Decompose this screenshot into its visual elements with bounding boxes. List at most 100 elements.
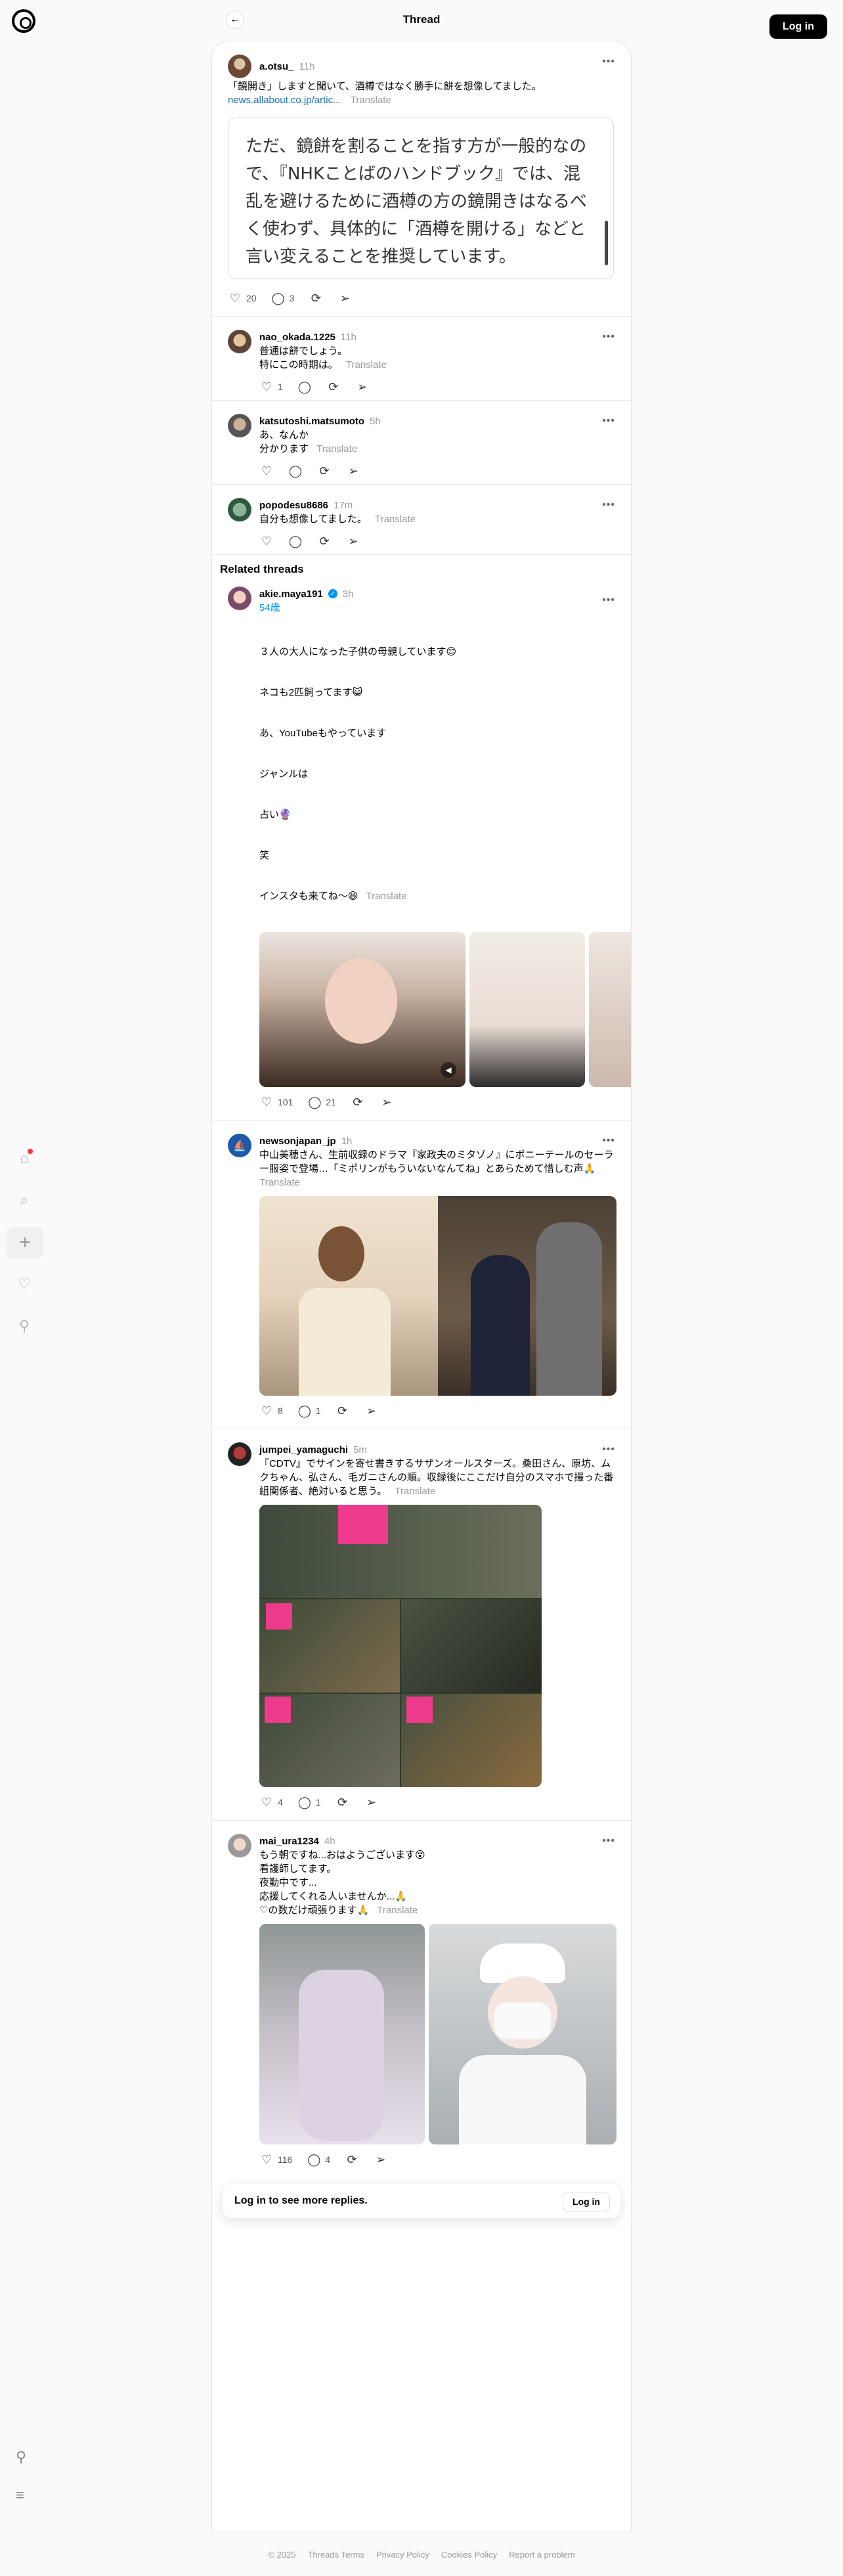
like-button[interactable]: ♡ <box>259 464 274 478</box>
like-button[interactable]: ♡ 1 <box>259 380 283 394</box>
share-button[interactable]: ➢ <box>337 292 352 305</box>
more-options-icon[interactable]: ••• <box>602 1835 615 1847</box>
like-button[interactable]: ♡ <box>259 535 274 548</box>
post-username[interactable]: akie.maya191 <box>259 588 323 600</box>
photo[interactable] <box>469 932 585 1087</box>
photo[interactable]: ◀ <box>259 932 465 1087</box>
share-button[interactable]: ➢ <box>346 464 360 478</box>
reply-button[interactable]: ◯ 1 <box>297 1404 321 1418</box>
verified-badge-icon: ✓ <box>328 589 337 598</box>
like-button[interactable]: ♡ 8 <box>259 1404 283 1418</box>
reply-button[interactable]: ◯ 3 <box>271 292 295 305</box>
create-icon[interactable]: + <box>7 1227 43 1258</box>
reply-button[interactable]: ◯ <box>297 380 312 394</box>
translate-link[interactable]: Translate <box>259 1176 615 1189</box>
heart-icon: ♡ <box>261 1795 272 1809</box>
post-time: 11h <box>299 60 315 72</box>
post-username[interactable]: katsutoshi.matsumoto <box>259 416 364 427</box>
photo[interactable] <box>259 1924 425 2144</box>
more-options-icon[interactable]: ••• <box>602 415 615 427</box>
reply-button[interactable]: ◯ <box>288 535 303 548</box>
footer-link-cookies[interactable]: Cookies Policy <box>441 2550 497 2560</box>
repost-button[interactable]: ⟳ <box>309 292 323 305</box>
avatar[interactable]: ⛵ <box>228 1134 251 1157</box>
post-username[interactable]: mai_ura1234 <box>259 1836 319 1847</box>
article-link[interactable]: news.allabout.co.jp/artic... <box>228 95 341 106</box>
translate-link[interactable]: Translate <box>351 95 391 106</box>
search-icon[interactable]: ⌕ <box>13 1189 35 1211</box>
media-carousel[interactable]: ◀ <box>259 932 631 1087</box>
photo[interactable] <box>259 1505 542 1787</box>
avatar[interactable] <box>228 587 251 610</box>
menu-icon[interactable]: ≡ <box>16 2487 24 2504</box>
login-card-button[interactable]: Log in <box>563 2192 610 2211</box>
translate-link[interactable]: Translate <box>366 891 407 902</box>
post-actions: ♡ ◯ ⟳ ➢ <box>259 464 615 478</box>
translate-link[interactable]: Translate <box>395 1486 435 1497</box>
reply-button[interactable]: ◯ 4 <box>307 2153 330 2167</box>
heart-icon[interactable]: ♡ <box>13 1273 35 1295</box>
avatar[interactable] <box>228 498 251 522</box>
share-button[interactable]: ➢ <box>364 1796 379 1810</box>
more-options-icon[interactable]: ••• <box>602 56 615 68</box>
footer-link-report[interactable]: Report a problem <box>509 2550 574 2560</box>
photo[interactable] <box>429 1924 616 2144</box>
login-button[interactable]: Log in <box>769 14 827 39</box>
photo-subject <box>266 1603 292 1630</box>
translate-link[interactable]: Translate <box>346 359 387 370</box>
back-button[interactable]: ← <box>226 11 244 29</box>
avatar[interactable] <box>228 55 251 78</box>
mute-icon[interactable]: ◀ <box>441 1062 456 1078</box>
photo[interactable] <box>589 932 631 1087</box>
share-button[interactable]: ➢ <box>364 1404 379 1418</box>
post-subtitle[interactable]: 54歳 <box>259 601 615 615</box>
news-logo-icon: ⛵ <box>233 1140 246 1151</box>
post-username[interactable]: nao_okada.1225 <box>259 332 335 343</box>
like-button[interactable]: ♡ 101 <box>259 1096 293 1109</box>
post-username[interactable]: jumpei_yamaguchi <box>259 1444 348 1455</box>
scrollbar[interactable] <box>605 221 608 265</box>
post-link-line: news.allabout.co.jp/artic... Translate <box>228 93 615 107</box>
more-options-icon[interactable]: ••• <box>602 1444 615 1455</box>
translate-link[interactable]: Translate <box>375 514 416 525</box>
repost-button[interactable]: ⟳ <box>345 2153 359 2167</box>
translate-link[interactable]: Translate <box>377 1905 418 1916</box>
repost-button[interactable]: ⟳ <box>351 1096 365 1109</box>
threads-logo-icon[interactable] <box>12 9 35 33</box>
share-button[interactable]: ➢ <box>355 380 370 394</box>
post-username[interactable]: newsonjapan_jp <box>259 1136 336 1147</box>
footer-link-privacy[interactable]: Privacy Policy <box>376 2550 429 2560</box>
post-username[interactable]: a.otsu_ <box>259 61 294 72</box>
share-button[interactable]: ➢ <box>374 2153 388 2167</box>
more-options-icon[interactable]: ••• <box>602 331 615 343</box>
repost-button[interactable]: ⟳ <box>326 380 341 394</box>
like-button[interactable]: ♡ 4 <box>259 1796 283 1810</box>
profile-icon[interactable]: ⚲ <box>13 1315 35 1337</box>
footer-link-terms[interactable]: Threads Terms <box>308 2550 364 2560</box>
quote-box[interactable]: ただ、鏡餅を割ることを指す方が一般的なので、『NHKことばのハンドブック』では、… <box>228 118 614 279</box>
avatar[interactable] <box>228 1834 251 1857</box>
reply-button[interactable]: ◯ 21 <box>307 1096 336 1109</box>
reply-count: 21 <box>326 1097 336 1107</box>
home-icon[interactable]: ⌂ <box>13 1147 35 1169</box>
like-button[interactable]: ♡ 20 <box>228 292 257 305</box>
translate-link[interactable]: Translate <box>316 443 357 455</box>
avatar[interactable] <box>228 414 251 437</box>
repost-button[interactable]: ⟳ <box>317 464 332 478</box>
repost-button[interactable]: ⟳ <box>335 1404 350 1418</box>
more-options-icon[interactable]: ••• <box>602 594 615 606</box>
avatar[interactable] <box>228 1442 251 1466</box>
like-button[interactable]: ♡ 116 <box>259 2153 292 2167</box>
avatar[interactable] <box>228 330 251 353</box>
photo[interactable] <box>259 1196 616 1396</box>
more-options-icon[interactable]: ••• <box>602 499 615 511</box>
pin-icon[interactable]: ⚲ <box>16 2449 26 2466</box>
share-button[interactable]: ➢ <box>346 535 360 548</box>
reply-button[interactable]: ◯ <box>288 464 303 478</box>
share-button[interactable]: ➢ <box>379 1096 394 1109</box>
post-username[interactable]: popodesu8686 <box>259 500 328 511</box>
reply-button[interactable]: ◯ 1 <box>297 1796 321 1810</box>
repost-button[interactable]: ⟳ <box>317 535 332 548</box>
repost-button[interactable]: ⟳ <box>335 1796 350 1810</box>
more-options-icon[interactable]: ••• <box>602 1135 615 1147</box>
